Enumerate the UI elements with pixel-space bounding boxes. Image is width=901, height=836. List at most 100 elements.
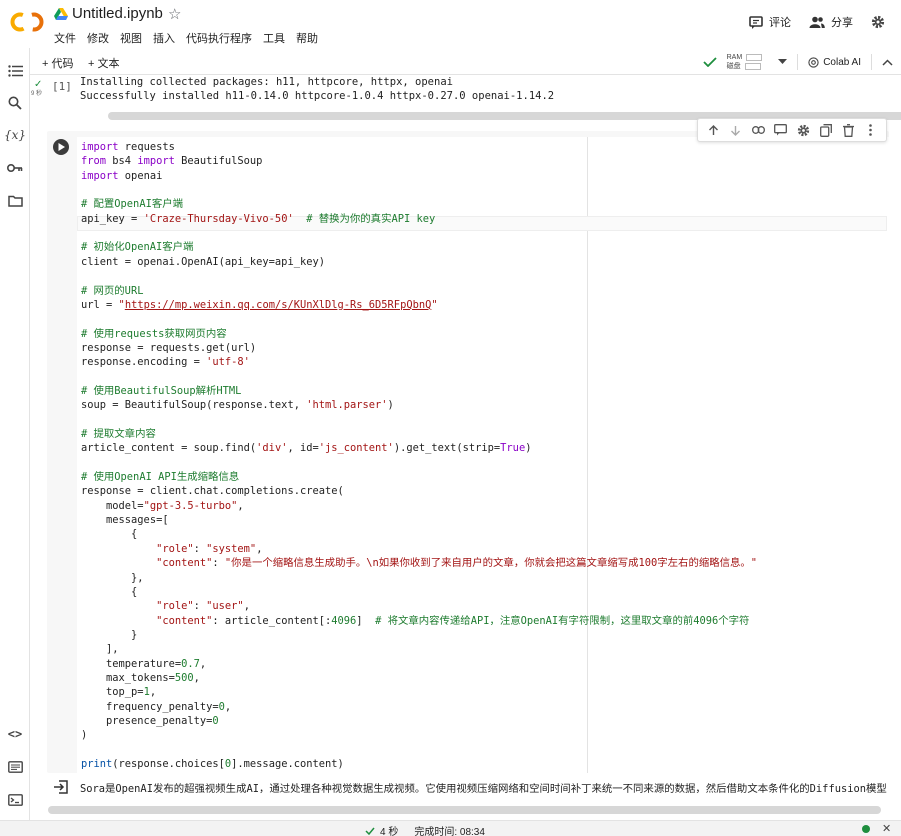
comment-icon bbox=[749, 15, 763, 29]
code-line[interactable]: api_key = 'Craze-Thursday-Vivo-50' # 替换为… bbox=[81, 212, 435, 226]
close-icon[interactable]: ✕ bbox=[882, 822, 891, 835]
code-line[interactable]: top_p=1, bbox=[81, 685, 156, 699]
code-line[interactable]: soup = BeautifulSoup(response.text, 'htm… bbox=[81, 398, 394, 412]
output-actions-icon[interactable] bbox=[53, 780, 69, 794]
code-snippets-icon[interactable]: <> bbox=[6, 725, 24, 743]
drive-icon[interactable] bbox=[54, 8, 68, 20]
disk-label: 磁盘 bbox=[726, 63, 741, 70]
code-line[interactable]: print(response.choices[0].message.conten… bbox=[81, 757, 344, 771]
run-status[interactable]: 4 秒 完成时间: 08:34 bbox=[365, 823, 485, 836]
code-line[interactable]: # 网页的URL bbox=[81, 284, 143, 298]
code-line[interactable]: import openai bbox=[81, 169, 162, 183]
code-line[interactable]: presence_penalty=0 bbox=[81, 714, 219, 728]
connection-status-dot bbox=[862, 825, 870, 833]
code-line[interactable]: response.encoding = 'utf-8' bbox=[81, 355, 250, 369]
more-options-icon[interactable] bbox=[864, 123, 878, 137]
menu-view[interactable]: 视图 bbox=[120, 30, 142, 46]
move-up-icon[interactable] bbox=[706, 123, 720, 137]
notebook-toolbar: + 代码 + 文本 RAM 磁盘 Colab AI bbox=[30, 48, 901, 75]
menu-runtime[interactable]: 代码执行程序 bbox=[186, 30, 252, 46]
exec-count: [1] bbox=[52, 80, 72, 93]
search-icon[interactable] bbox=[6, 94, 24, 112]
code-line[interactable]: "role": "user", bbox=[81, 599, 250, 613]
code-line[interactable]: # 配置OpenAI客户端 bbox=[81, 197, 183, 211]
colab-ai-label: Colab AI bbox=[823, 56, 861, 68]
folder-icon[interactable] bbox=[6, 192, 24, 210]
code-line[interactable]: ) bbox=[81, 728, 87, 742]
code-line[interactable]: max_tokens=500, bbox=[81, 671, 200, 685]
code-line[interactable]: url = "https://mp.weixin.qq.com/s/KUnXlD… bbox=[81, 298, 438, 312]
command-palette-icon[interactable] bbox=[6, 758, 24, 776]
code-line[interactable]: messages=[ bbox=[81, 513, 169, 527]
runtime-dropdown-icon[interactable] bbox=[778, 59, 788, 65]
menu-insert[interactable]: 插入 bbox=[153, 30, 175, 46]
code-line[interactable]: response = client.chat.completions.creat… bbox=[81, 484, 344, 498]
chevron-up-icon[interactable] bbox=[882, 58, 893, 66]
horizontal-scrollbar[interactable] bbox=[48, 806, 881, 814]
share-button[interactable]: 分享 bbox=[809, 14, 853, 30]
notebook-title[interactable]: Untitled.ipynb bbox=[72, 5, 163, 22]
cell-toolbar bbox=[697, 118, 887, 142]
code-line[interactable]: } bbox=[81, 628, 137, 642]
code-line[interactable]: client = openai.OpenAI(api_key=api_key) bbox=[81, 255, 325, 269]
mirror-cell-icon[interactable] bbox=[819, 123, 833, 137]
comment-button[interactable]: 评论 bbox=[749, 14, 791, 30]
code-line[interactable]: import requests bbox=[81, 140, 175, 154]
code-line[interactable]: { bbox=[81, 585, 137, 599]
menu-help[interactable]: 帮助 bbox=[296, 30, 318, 46]
code-line[interactable]: ], bbox=[81, 642, 119, 656]
run-cell-button[interactable] bbox=[53, 139, 69, 155]
menu-file[interactable]: 文件 bbox=[54, 30, 76, 46]
menu-tools[interactable]: 工具 bbox=[263, 30, 285, 46]
people-icon bbox=[809, 16, 825, 28]
exec-time: 9 秒 bbox=[31, 91, 43, 97]
status-bar: 4 秒 完成时间: 08:34 ✕ bbox=[0, 820, 901, 836]
code-line[interactable]: model="gpt-3.5-turbo", bbox=[81, 499, 244, 513]
code-line[interactable]: # 使用OpenAI API生成缩略信息 bbox=[81, 470, 239, 484]
code-line[interactable]: temperature=0.7, bbox=[81, 657, 206, 671]
gear-icon[interactable] bbox=[796, 123, 810, 137]
output-line: Successfully installed h11-0.14.0 httpco… bbox=[80, 89, 555, 102]
code-line[interactable]: "content": article_content[:4096] # 将文章内… bbox=[81, 614, 749, 628]
header-actions: 评论 分享 bbox=[731, 14, 891, 30]
comment-label: 评论 bbox=[769, 17, 791, 29]
code-line[interactable]: { bbox=[81, 527, 137, 541]
left-sidebar: {x} <> bbox=[0, 48, 30, 820]
code-cell[interactable]: import requests from bs4 import Beautiful… bbox=[47, 131, 889, 773]
colab-logo[interactable] bbox=[10, 9, 44, 35]
code-line[interactable]: from bs4 import BeautifulSoup bbox=[81, 154, 262, 168]
add-text-button[interactable]: + 文本 bbox=[88, 55, 119, 71]
code-line[interactable]: "content": "你是一个缩略信息生成助手。\n如果你收到了来自用户的文章… bbox=[81, 556, 757, 570]
code-line[interactable]: frequency_penalty=0, bbox=[81, 700, 231, 714]
add-code-button[interactable]: + 代码 bbox=[42, 55, 73, 71]
line-length-ruler bbox=[587, 137, 588, 773]
toc-icon[interactable] bbox=[6, 62, 24, 80]
code-line[interactable]: response = requests.get(url) bbox=[81, 341, 256, 355]
star-icon[interactable]: ☆ bbox=[168, 5, 181, 23]
code-line[interactable]: # 初始化OpenAI客户端 bbox=[81, 240, 193, 254]
move-down-icon[interactable] bbox=[729, 123, 743, 137]
key-icon[interactable] bbox=[6, 159, 24, 177]
finished-time: 完成时间: 08:34 bbox=[414, 827, 485, 836]
code-line[interactable]: article_content = soup.find('div', id='j… bbox=[81, 441, 531, 455]
code-line[interactable]: }, bbox=[81, 571, 144, 585]
resource-monitor[interactable]: RAM 磁盘 bbox=[727, 53, 763, 71]
comment-icon[interactable] bbox=[774, 123, 788, 137]
colab-ai-button[interactable]: Colab AI bbox=[808, 57, 861, 68]
menu-edit[interactable]: 修改 bbox=[87, 30, 109, 46]
code-editor[interactable]: import requests from bs4 import Beautiful… bbox=[77, 137, 889, 773]
code-line[interactable]: # 提取文章内容 bbox=[81, 427, 156, 441]
code-line[interactable]: # 使用requests获取网页内容 bbox=[81, 327, 227, 341]
code-line[interactable]: # 使用BeautifulSoup解析HTML bbox=[81, 384, 241, 398]
variables-icon[interactable]: {x} bbox=[4, 126, 26, 144]
toolbar-divider bbox=[797, 54, 799, 70]
link-icon[interactable] bbox=[751, 123, 765, 137]
colab-ai-icon bbox=[808, 56, 819, 68]
delete-icon[interactable] bbox=[841, 123, 855, 137]
terminal-icon[interactable] bbox=[6, 791, 24, 809]
header: Untitled.ipynb ☆ 文件 修改 视图 插入 代码执行程序 工具 帮… bbox=[0, 0, 901, 48]
settings-button[interactable] bbox=[871, 15, 891, 29]
cell-2-output: Sora是OpenAI发布的超强视频生成AI，通过处理各种视觉数据生成视频。它使… bbox=[47, 775, 901, 803]
menu-bar: 文件 修改 视图 插入 代码执行程序 工具 帮助 bbox=[54, 30, 329, 46]
code-line[interactable]: "role": "system", bbox=[81, 542, 262, 556]
